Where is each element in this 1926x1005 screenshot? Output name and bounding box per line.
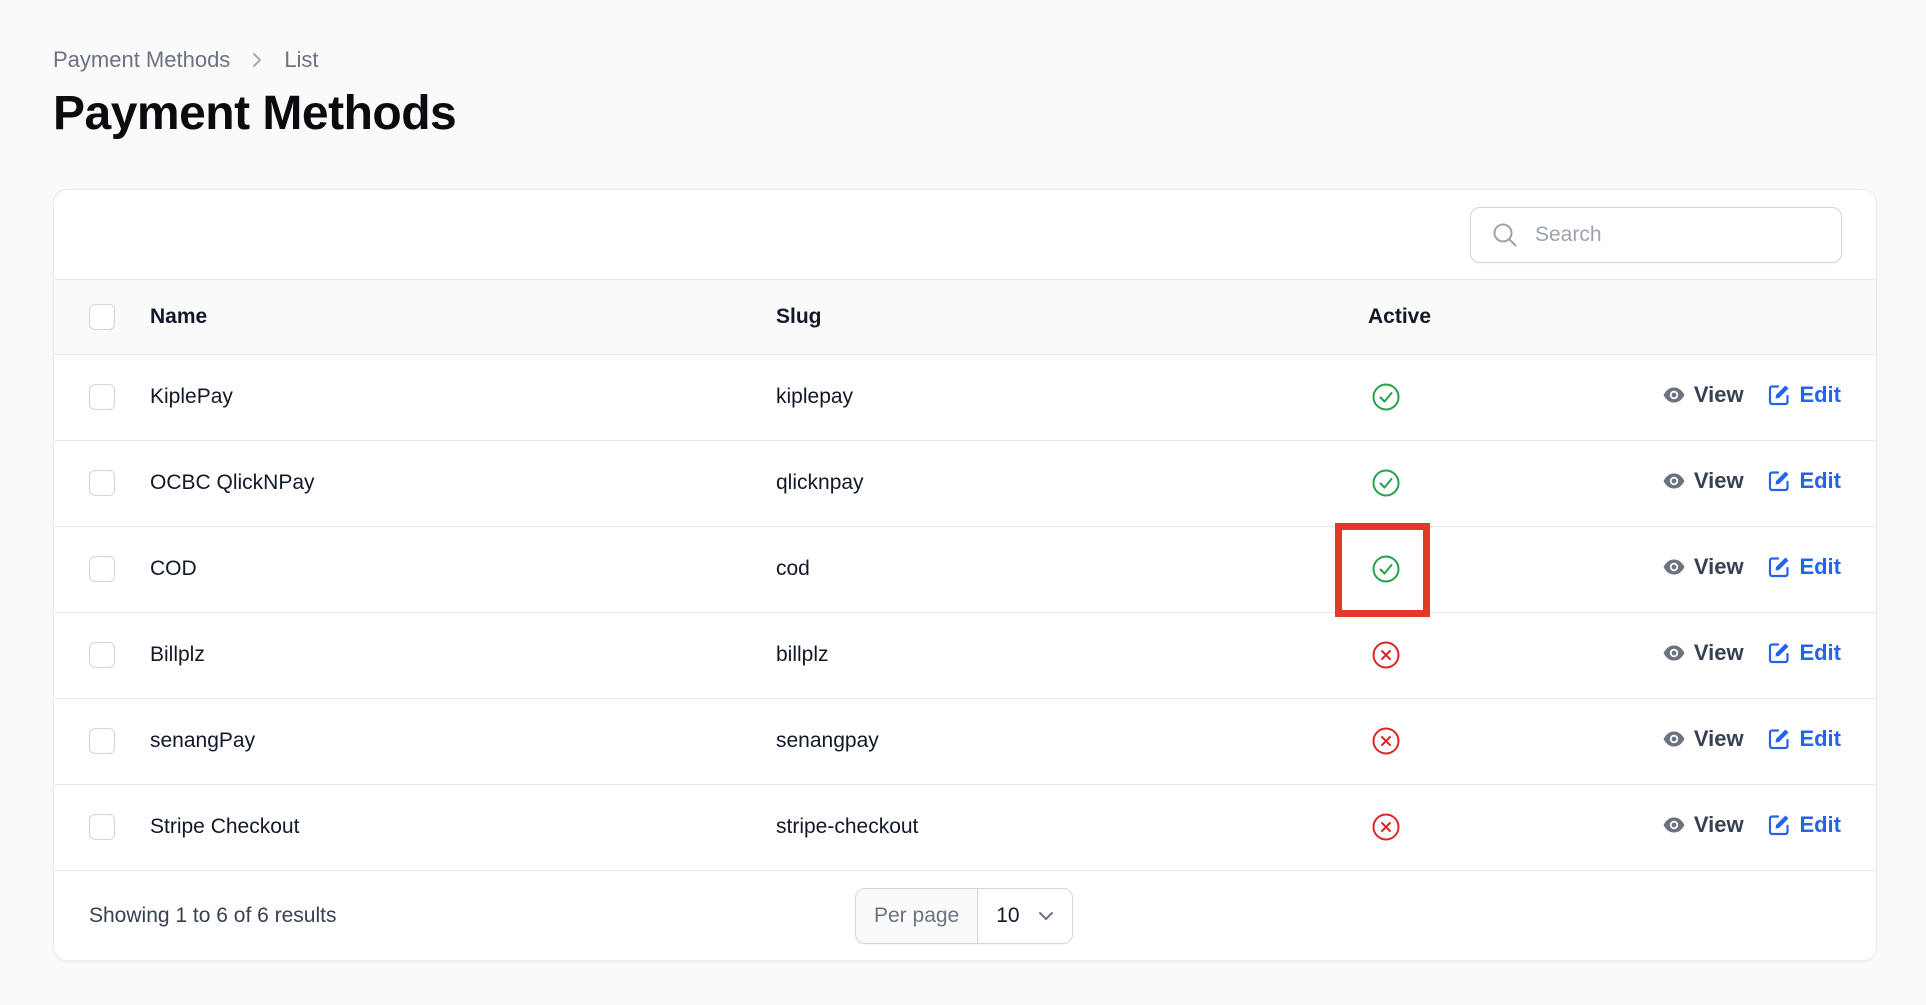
chevron-down-icon — [1038, 911, 1053, 920]
cell-name: COD — [150, 557, 197, 580]
view-button[interactable]: View — [1662, 812, 1744, 838]
highlight-box — [1335, 523, 1430, 617]
x-circle-icon — [1372, 813, 1400, 841]
search-box[interactable] — [1470, 207, 1842, 263]
x-circle-icon — [1372, 641, 1400, 669]
pencil-square-icon — [1769, 642, 1790, 663]
view-label: View — [1693, 725, 1744, 751]
cell-name: KiplePay — [150, 385, 233, 408]
column-header-name[interactable]: Name — [150, 280, 776, 354]
per-page-label: Per page — [856, 888, 979, 943]
payment-methods-table: Name Slug Active KiplePay kiplepay View … — [54, 280, 1876, 871]
select-all-checkbox[interactable] — [89, 303, 115, 330]
cell-active — [1368, 440, 1568, 526]
row-checkbox[interactable] — [89, 384, 115, 410]
cell-slug: billplz — [776, 643, 829, 666]
pencil-square-icon — [1769, 728, 1790, 749]
edit-label: Edit — [1799, 381, 1841, 407]
pencil-square-icon — [1769, 384, 1790, 405]
view-label: View — [1693, 553, 1744, 579]
view-label: View — [1693, 639, 1744, 665]
breadcrumb-item-payment-methods[interactable]: Payment Methods — [53, 47, 230, 73]
row-checkbox[interactable] — [89, 728, 115, 754]
edit-label: Edit — [1799, 639, 1841, 665]
column-header-active[interactable]: Active — [1368, 280, 1568, 354]
search-input[interactable] — [1535, 223, 1825, 247]
chevron-right-icon — [253, 53, 262, 67]
pencil-square-icon — [1769, 556, 1790, 577]
edit-label: Edit — [1799, 725, 1841, 751]
table-row[interactable]: Stripe Checkout stripe-checkout View Edi… — [54, 784, 1876, 870]
check-circle-icon — [1372, 469, 1400, 497]
row-checkbox[interactable] — [89, 642, 115, 668]
edit-label: Edit — [1799, 553, 1841, 579]
row-checkbox[interactable] — [89, 814, 115, 840]
cell-name: Stripe Checkout — [150, 815, 300, 838]
pencil-square-icon — [1769, 470, 1790, 491]
search-icon — [1493, 223, 1517, 247]
view-button[interactable]: View — [1662, 468, 1744, 494]
table-body: KiplePay kiplepay View Edit OCBC QlickNP… — [54, 354, 1876, 870]
view-button[interactable]: View — [1662, 382, 1744, 408]
edit-button[interactable]: Edit — [1767, 812, 1841, 838]
cell-slug: kiplepay — [776, 385, 854, 408]
edit-label: Edit — [1799, 467, 1841, 493]
check-circle-icon — [1372, 383, 1400, 411]
table-row[interactable]: senangPay senangpay View Edit — [54, 698, 1876, 784]
cell-slug: qlicknpay — [776, 471, 864, 494]
table-row[interactable]: COD cod View Edit — [54, 526, 1876, 612]
table-footer: Showing 1 to 6 of 6 results Per page 10 — [54, 871, 1876, 961]
eye-icon — [1663, 473, 1685, 488]
edit-button[interactable]: Edit — [1767, 382, 1841, 408]
x-circle-icon — [1372, 727, 1400, 755]
eye-icon — [1663, 645, 1685, 660]
table-card: Name Slug Active KiplePay kiplepay View … — [53, 189, 1877, 961]
edit-button[interactable]: Edit — [1767, 468, 1841, 494]
view-button[interactable]: View — [1662, 726, 1744, 752]
per-page-control: Per page 10 — [855, 887, 1073, 944]
cell-active — [1368, 612, 1568, 698]
row-checkbox[interactable] — [89, 470, 115, 496]
per-page-select[interactable]: 10 — [978, 888, 1072, 943]
cell-slug: stripe-checkout — [776, 815, 919, 838]
table-toolbar — [54, 190, 1876, 280]
cell-name: OCBC QlickNPay — [150, 471, 315, 494]
cell-name: Billplz — [150, 643, 205, 666]
edit-button[interactable]: Edit — [1767, 640, 1841, 666]
per-page-value: 10 — [996, 903, 1020, 927]
table-row[interactable]: KiplePay kiplepay View Edit — [54, 354, 1876, 440]
eye-icon — [1663, 387, 1685, 402]
edit-label: Edit — [1799, 811, 1841, 837]
table-header-row: Name Slug Active — [54, 280, 1876, 354]
view-label: View — [1693, 811, 1744, 837]
pencil-square-icon — [1769, 814, 1790, 835]
page-title: Payment Methods — [53, 87, 457, 140]
cell-active — [1368, 354, 1568, 440]
table-row[interactable]: OCBC QlickNPay qlicknpay View Edit — [54, 440, 1876, 526]
breadcrumb: Payment Methods List — [53, 47, 319, 73]
view-label: View — [1693, 467, 1744, 493]
edit-button[interactable]: Edit — [1767, 554, 1841, 580]
cell-name: senangPay — [150, 729, 256, 752]
pagination-summary: Showing 1 to 6 of 6 results — [89, 903, 337, 927]
cell-active — [1368, 784, 1568, 870]
cell-slug: cod — [776, 557, 810, 580]
view-button[interactable]: View — [1662, 640, 1744, 666]
table-row[interactable]: Billplz billplz View Edit — [54, 612, 1876, 698]
edit-button[interactable]: Edit — [1767, 726, 1841, 752]
cell-active — [1368, 698, 1568, 784]
eye-icon — [1663, 559, 1685, 574]
view-button[interactable]: View — [1662, 554, 1744, 580]
row-checkbox[interactable] — [89, 556, 115, 582]
breadcrumb-item-list: List — [284, 47, 319, 72]
column-header-slug[interactable]: Slug — [776, 280, 1368, 354]
cell-slug: senangpay — [776, 729, 879, 752]
view-label: View — [1693, 381, 1744, 407]
eye-icon — [1663, 731, 1685, 746]
eye-icon — [1663, 817, 1685, 832]
